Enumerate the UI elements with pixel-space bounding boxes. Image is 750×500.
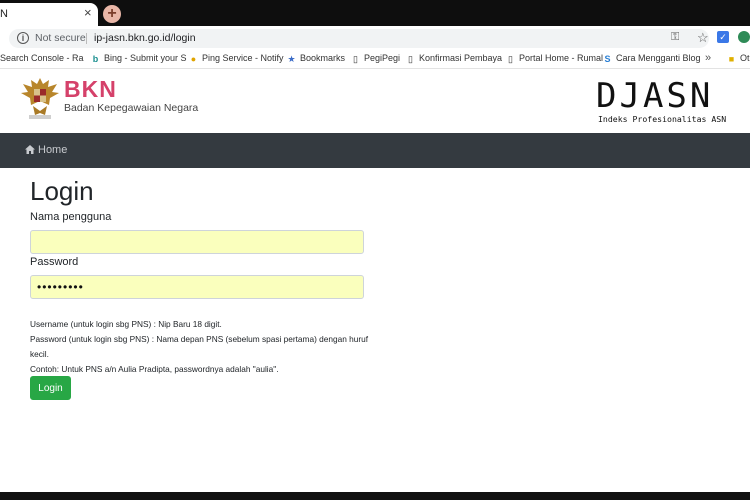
bookmark-item[interactable]: S Cara Mengganti Blog [603,53,700,64]
bookmark-item[interactable]: ▯ Portal Home - Rumal [506,53,603,64]
username-input[interactable] [30,230,364,254]
omnibox[interactable]: i Not secure ip-jasn.bkn.go.id/login ⚿ ☆ [9,29,709,48]
bing-icon: b [92,54,99,64]
new-tab-button[interactable]: + [103,5,121,23]
info-icon[interactable]: i [17,32,29,44]
djasn-subtitle: Indeks Profesionalitas ASN [598,114,727,124]
page-title: Login [30,176,94,206]
omnibox-divider [86,33,87,44]
key-icon[interactable]: ⚿ [671,31,679,44]
browser-tab[interactable]: N × [0,3,98,26]
s-icon: S [604,54,611,64]
bookmark-item[interactable]: b Bing - Submit your S [91,53,187,64]
tab-title: N [0,8,8,20]
url-text[interactable]: ip-jasn.bkn.go.id/login [94,32,196,44]
page-icon: ▯ [353,54,358,64]
security-indicator[interactable]: Not secure [35,32,86,44]
extension-icon[interactable]: ✓ [717,31,729,43]
ping-icon: ● [190,54,197,64]
nav-home-link[interactable]: Home [25,144,67,156]
bookmarks-bar: Search Console - Ra b Bing - Submit your … [0,50,750,69]
bookmark-item[interactable]: Search Console - Ra [0,53,84,63]
password-label: Password [30,256,79,268]
page-icon: ▯ [408,54,413,64]
folder-icon: ■ [728,54,735,64]
bookmark-item[interactable]: ● Ping Service - Notify [189,53,284,64]
site-header: BKN Badan Kepegawaian Negara DJASN Indek… [0,70,750,133]
bookmark-star-icon[interactable]: ☆ [697,30,709,46]
home-icon [25,145,35,154]
bottom-edge [0,492,750,500]
example-hint: Contoh: Untuk PNS a/n Aulia Pradipta, pa… [30,364,279,374]
password-input[interactable] [30,275,364,299]
other-bookmarks-folder[interactable]: ■Oth [727,53,750,64]
star-icon: ★ [287,54,296,64]
djasn-brand: DJASN [596,76,714,116]
login-button[interactable]: Login [30,376,71,400]
bkn-logo-text: BKN [64,76,117,102]
tab-close-icon[interactable]: × [84,6,92,20]
bookmark-item[interactable]: ★ Bookmarks [287,53,345,64]
page-icon: ▯ [508,54,513,64]
address-bar-row: i Not secure ip-jasn.bkn.go.id/login ⚿ ☆ [0,26,750,50]
browser-tab-strip: N × + [0,0,750,26]
profile-extension-icon[interactable] [738,31,750,43]
garuda-emblem-icon [21,78,59,119]
username-hint: Username (untuk login sbg PNS) : Nip Bar… [30,319,222,329]
top-navbar: Home [0,133,750,168]
bookmarks-overflow-icon[interactable]: » [705,52,711,64]
bookmark-item[interactable]: ▯ PegiPegi [351,53,400,64]
bookmark-item[interactable]: ▯ Konfirmasi Pembaya [406,53,502,64]
password-hint-continued: kecil. [30,349,49,359]
password-hint: Password (untuk login sbg PNS) : Nama de… [30,334,369,344]
bkn-subtitle: Badan Kepegawaian Negara [64,102,199,114]
username-label: Nama pengguna [30,211,112,223]
